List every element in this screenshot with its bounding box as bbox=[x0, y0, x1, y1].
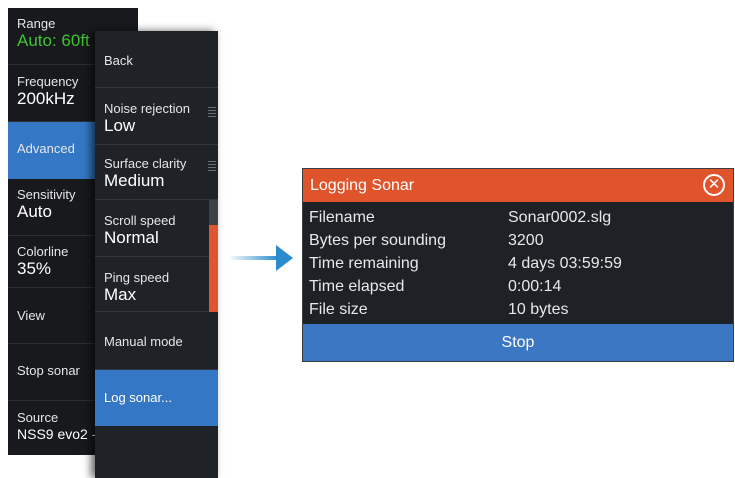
info-row-filename: Filename Sonar0002.slg bbox=[309, 209, 729, 230]
submenu-item-noise-rejection[interactable]: Noise rejection Low bbox=[95, 88, 218, 145]
advanced-submenu-panel: Back Noise rejection Low Surface clarity… bbox=[95, 31, 218, 478]
back-label: Back bbox=[104, 53, 133, 68]
logging-sonar-dialog: Logging Sonar ✕ Filename Sonar0002.slg B… bbox=[302, 168, 734, 362]
filename-value: Sonar0002.slg bbox=[508, 209, 612, 226]
dialog-title: Logging Sonar bbox=[310, 177, 415, 194]
time-elapsed-key: Time elapsed bbox=[309, 278, 405, 295]
info-row-bytes-per-sounding: Bytes per sounding 3200 bbox=[309, 232, 729, 253]
submenu-item-ping-speed[interactable]: Ping speed Max bbox=[95, 257, 218, 312]
close-icon[interactable]: ✕ bbox=[703, 174, 725, 196]
surface-clarity-value: Medium bbox=[104, 171, 165, 190]
noise-rejection-label: Noise rejection bbox=[104, 101, 190, 116]
file-size-value: 10 bytes bbox=[508, 301, 569, 318]
info-row-time-elapsed: Time elapsed 0:00:14 bbox=[309, 278, 729, 299]
submenu-item-log-sonar[interactable]: Log sonar... bbox=[95, 370, 218, 426]
time-remaining-value: 4 days 03:59:59 bbox=[508, 255, 622, 272]
filename-key: Filename bbox=[309, 209, 375, 226]
arrow-right-icon bbox=[228, 256, 278, 260]
arrow-head-icon bbox=[276, 245, 293, 271]
scroll-speed-label: Scroll speed bbox=[104, 213, 176, 228]
surface-clarity-label: Surface clarity bbox=[104, 156, 187, 171]
log-sonar-label: Log sonar... bbox=[104, 390, 172, 405]
info-row-time-remaining: Time remaining 4 days 03:59:59 bbox=[309, 255, 729, 276]
ping-speed-value: Max bbox=[104, 285, 137, 304]
bytes-per-sounding-value: 3200 bbox=[508, 232, 544, 249]
manual-mode-label: Manual mode bbox=[104, 334, 183, 349]
drag-handle-icon bbox=[208, 107, 216, 119]
time-remaining-key: Time remaining bbox=[309, 255, 419, 272]
submenu-scrollbar-thumb[interactable] bbox=[209, 225, 218, 312]
bytes-per-sounding-key: Bytes per sounding bbox=[309, 232, 446, 249]
info-row-file-size: File size 10 bytes bbox=[309, 301, 729, 322]
dialog-header: Logging Sonar ✕ bbox=[303, 169, 733, 202]
range-label: Range bbox=[17, 16, 56, 31]
submenu-item-back[interactable]: Back bbox=[95, 31, 218, 88]
submenu-item-manual-mode[interactable]: Manual mode bbox=[95, 312, 218, 370]
noise-rejection-value: Low bbox=[104, 116, 136, 135]
stop-button[interactable]: Stop bbox=[303, 324, 733, 361]
submenu-item-surface-clarity[interactable]: Surface clarity Medium bbox=[95, 145, 218, 200]
submenu-item-scroll-speed[interactable]: Scroll speed Normal bbox=[95, 200, 218, 257]
ping-speed-label: Ping speed bbox=[104, 270, 170, 285]
time-elapsed-value: 0:00:14 bbox=[508, 278, 562, 295]
scroll-speed-value: Normal bbox=[104, 228, 159, 247]
file-size-key: File size bbox=[309, 301, 368, 318]
drag-handle-icon bbox=[208, 161, 216, 173]
